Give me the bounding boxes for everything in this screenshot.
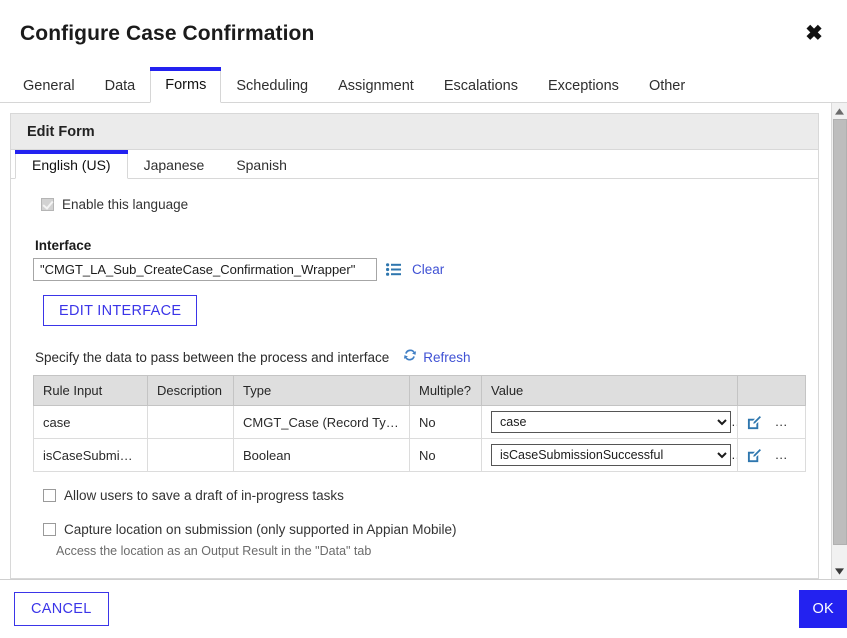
language-tab-japanese[interactable]: Japanese: [128, 151, 221, 179]
form-options: Allow users to save a draft of in-progre…: [43, 488, 798, 558]
edit-pencil-icon[interactable]: [747, 448, 762, 463]
main-tabstrip: General Data Forms Scheduling Assignment…: [0, 67, 847, 103]
edit-interface-button[interactable]: EDIT INTERFACE: [43, 295, 198, 326]
cell-actions: [737, 405, 806, 439]
refresh-label: Refresh: [423, 350, 471, 365]
interface-label: Interface: [35, 238, 92, 253]
column-header-value: Value: [481, 375, 738, 406]
close-icon[interactable]: ✖: [799, 19, 829, 49]
column-header-actions: [737, 375, 806, 406]
allow-draft-checkbox[interactable]: [43, 489, 56, 502]
allow-draft-row: Allow users to save a draft of in-progre…: [43, 488, 798, 503]
tab-exceptions[interactable]: Exceptions: [533, 68, 634, 103]
capture-location-hint: Access the location as an Output Result …: [56, 544, 372, 558]
scrollbar-track[interactable]: [831, 119, 847, 563]
cell-rule-input: case: [33, 405, 148, 439]
allow-draft-label: Allow users to save a draft of in-progre…: [64, 488, 344, 503]
plus-icon[interactable]: [775, 449, 789, 463]
vertical-scrollbar[interactable]: [831, 103, 847, 579]
rule-inputs-table: Rule Input Description Type Multiple? Va…: [33, 375, 806, 472]
tab-forms[interactable]: Forms: [150, 67, 222, 103]
cell-type: CMGT_Case (Record Type): [233, 405, 410, 439]
value-select[interactable]: isCaseSubmissionSuccessful: [491, 444, 731, 466]
cell-description: [147, 438, 234, 472]
interface-row: Clear: [33, 258, 798, 281]
table-header-row: Rule Input Description Type Multiple? Va…: [33, 375, 806, 406]
enable-language-row: Enable this language: [41, 197, 798, 212]
cell-rule-input: isCaseSubmiss...: [33, 438, 148, 472]
cell-multiple: No: [409, 438, 482, 472]
configure-case-confirmation-dialog: Configure Case Confirmation ✖ General Da…: [0, 0, 847, 638]
tab-general[interactable]: General: [8, 68, 90, 103]
tab-other[interactable]: Other: [634, 68, 700, 103]
cancel-button[interactable]: CANCEL: [14, 592, 109, 626]
cell-description: [147, 405, 234, 439]
edit-form-panel: Edit Form English (US) Japanese Spanish …: [10, 113, 819, 579]
tab-data[interactable]: Data: [90, 68, 151, 103]
language-tab-spanish[interactable]: Spanish: [220, 151, 303, 179]
specify-data-row: Specify the data to pass between the pro…: [35, 348, 798, 367]
scroll-content: Edit Form English (US) Japanese Spanish …: [0, 103, 831, 579]
tab-scheduling[interactable]: Scheduling: [221, 68, 323, 103]
capture-location-label: Capture location on submission (only sup…: [64, 522, 457, 537]
cell-type: Boolean: [233, 438, 410, 472]
cell-value: isCaseSubmissionSuccessful: [481, 438, 738, 472]
table-row: case CMGT_Case (Record Type) No case: [33, 405, 806, 439]
dialog-body: Edit Form English (US) Japanese Spanish …: [0, 103, 847, 580]
clear-interface-link[interactable]: Clear: [412, 262, 444, 277]
interface-input[interactable]: [33, 258, 377, 281]
dialog-footer: CANCEL OK: [0, 580, 847, 638]
column-header-description: Description: [147, 375, 234, 406]
cell-value: case: [481, 405, 738, 439]
enable-language-checkbox: [41, 198, 54, 211]
edit-form-header: Edit Form: [11, 114, 818, 150]
refresh-button[interactable]: Refresh: [403, 348, 471, 367]
column-header-multiple: Multiple?: [409, 375, 482, 406]
table-row: isCaseSubmiss... Boolean No isCaseSubmis…: [33, 438, 806, 472]
enable-language-label: Enable this language: [62, 197, 189, 212]
refresh-icon: [403, 348, 417, 367]
tab-escalations[interactable]: Escalations: [429, 68, 533, 103]
capture-location-checkbox[interactable]: [43, 523, 56, 536]
capture-location-row: Capture location on submission (only sup…: [43, 522, 798, 537]
edit-pencil-icon[interactable]: [747, 415, 762, 430]
scroll-up-icon[interactable]: [831, 103, 847, 119]
language-tab-english-us[interactable]: English (US): [15, 150, 128, 179]
cell-multiple: No: [409, 405, 482, 439]
edit-form-body: Enable this language Interface "CMGT_LA_…: [11, 179, 818, 558]
language-tabstrip: English (US) Japanese Spanish: [11, 150, 818, 179]
dialog-titlebar: Configure Case Confirmation ✖: [0, 0, 847, 67]
plus-icon[interactable]: [775, 416, 789, 430]
cell-actions: [737, 438, 806, 472]
tab-assignment[interactable]: Assignment: [323, 68, 429, 103]
scrollbar-thumb[interactable]: [832, 119, 847, 546]
list-picker-icon[interactable]: [386, 263, 401, 276]
value-select[interactable]: case: [491, 411, 731, 433]
column-header-type: Type: [233, 375, 410, 406]
scroll-down-icon[interactable]: [831, 563, 847, 579]
specify-data-text: Specify the data to pass between the pro…: [35, 350, 390, 365]
ok-button[interactable]: OK: [799, 590, 847, 628]
column-header-rule-input: Rule Input: [33, 375, 148, 406]
page-title: Configure Case Confirmation: [20, 21, 315, 45]
